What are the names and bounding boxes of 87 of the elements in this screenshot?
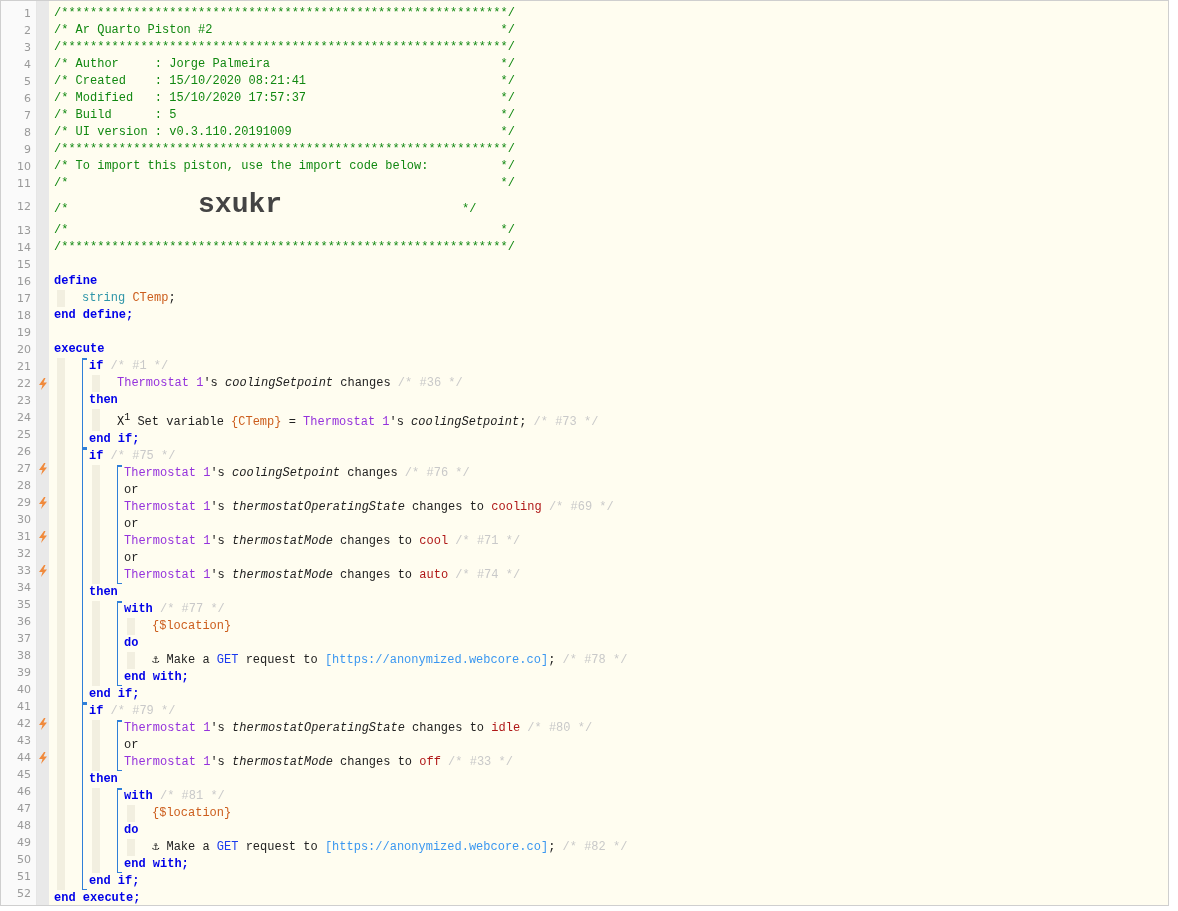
- line-number: 30: [16, 512, 32, 528]
- line-number: 15: [16, 257, 32, 273]
- code-line: {$location}: [152, 806, 232, 820]
- code-line: then: [89, 585, 118, 599]
- code-line: /**************************************************************/: [54, 142, 515, 156]
- line-number: 21: [16, 359, 32, 375]
- code-line: end define;: [54, 308, 134, 322]
- code-line: /* */: [54, 176, 515, 190]
- line-number: 46: [16, 784, 32, 800]
- line-number: 50: [16, 852, 32, 868]
- code-line: /**************************************************************/: [54, 40, 515, 54]
- code-line: execute: [54, 342, 105, 356]
- code-line: /* Author : Jorge Palmeira */: [54, 57, 515, 71]
- line-number: 1: [23, 6, 32, 22]
- code-line: /* Ar Quarto Piston #2 */: [54, 23, 515, 37]
- code-line: end if;: [89, 432, 140, 446]
- code-line: do: [124, 823, 139, 837]
- line-number: 2: [23, 23, 32, 39]
- line-number: 44: [16, 750, 32, 766]
- line-number: 10: [16, 159, 32, 175]
- line-number: 24: [16, 410, 32, 426]
- line-number: 22: [16, 376, 32, 392]
- code-line: /* Build : 5 */: [54, 108, 515, 122]
- line-number: 31: [16, 529, 32, 545]
- line-number: 40: [16, 682, 32, 698]
- line-number: 49: [16, 835, 32, 851]
- code-line: /**************************************************************/: [54, 6, 515, 20]
- line-number: 4: [23, 57, 32, 73]
- line-number: 43: [16, 733, 32, 749]
- line-number: 28: [16, 478, 32, 494]
- line-number: 38: [16, 648, 32, 664]
- code-line: end if;: [89, 687, 140, 701]
- code-line: end execute;: [54, 891, 141, 905]
- line-number: 36: [16, 614, 32, 630]
- code-line: do: [124, 636, 139, 650]
- code-line: /* sxukr */: [54, 190, 477, 222]
- line-number: 8: [23, 125, 32, 141]
- code-line: /* Created : 15/10/2020 08:21:41 */: [54, 74, 515, 88]
- line-number: 17: [16, 291, 32, 307]
- line-number: 11: [16, 176, 32, 192]
- line-number: 34: [16, 580, 32, 596]
- code-line: define: [54, 274, 98, 288]
- code-line: string CTemp;: [82, 291, 176, 305]
- line-number: 7: [23, 108, 32, 124]
- line-number: 6: [23, 91, 32, 107]
- line-number: 26: [16, 444, 32, 460]
- code-line: or: [124, 483, 139, 497]
- code-line: or: [124, 551, 139, 565]
- line-number: 37: [16, 631, 32, 647]
- line-number: 9: [23, 142, 32, 158]
- line-number: 41: [16, 699, 32, 715]
- line-number: 12: [16, 199, 32, 215]
- line-number: 33: [16, 563, 32, 579]
- line-number: 19: [16, 325, 32, 341]
- code-line: end with;: [124, 857, 189, 871]
- line-number: 27: [16, 461, 32, 477]
- code-line: or: [124, 738, 139, 752]
- line-number: 52: [16, 886, 32, 902]
- line-number: 18: [16, 308, 32, 324]
- line-number: 25: [16, 427, 32, 443]
- line-number: 42: [16, 716, 32, 732]
- code-line: then: [89, 772, 118, 786]
- code-line: or: [124, 517, 139, 531]
- line-number: 14: [16, 240, 32, 256]
- code-line: /* UI version : v0.3.110.20191009 */: [54, 125, 515, 139]
- line-number: 5: [23, 74, 32, 90]
- code-line: /* Modified : 15/10/2020 17:57:37 */: [54, 91, 515, 105]
- line-number: 39: [16, 665, 32, 681]
- line-number: 51: [16, 869, 32, 885]
- code-line: then: [89, 393, 118, 407]
- line-number: 13: [16, 223, 32, 239]
- code-line: end with;: [124, 670, 189, 684]
- code-line: /**************************************************************/: [54, 240, 515, 254]
- line-number: 35: [16, 597, 32, 613]
- code-line: end if;: [89, 874, 140, 888]
- line-number: 16: [16, 274, 32, 290]
- code-line: /* */: [54, 223, 515, 237]
- line-number: 32: [16, 546, 32, 562]
- line-number: 45: [16, 767, 32, 783]
- line-number: 23: [16, 393, 32, 409]
- line-number: 3: [23, 40, 32, 56]
- line-number: 20: [16, 342, 32, 358]
- code-line: {$location}: [152, 619, 232, 633]
- line-number: 29: [16, 495, 32, 511]
- line-number: 47: [16, 801, 32, 817]
- line-number: 48: [16, 818, 32, 834]
- code-line: /* To import this piston, use the import code below: */: [54, 159, 515, 173]
